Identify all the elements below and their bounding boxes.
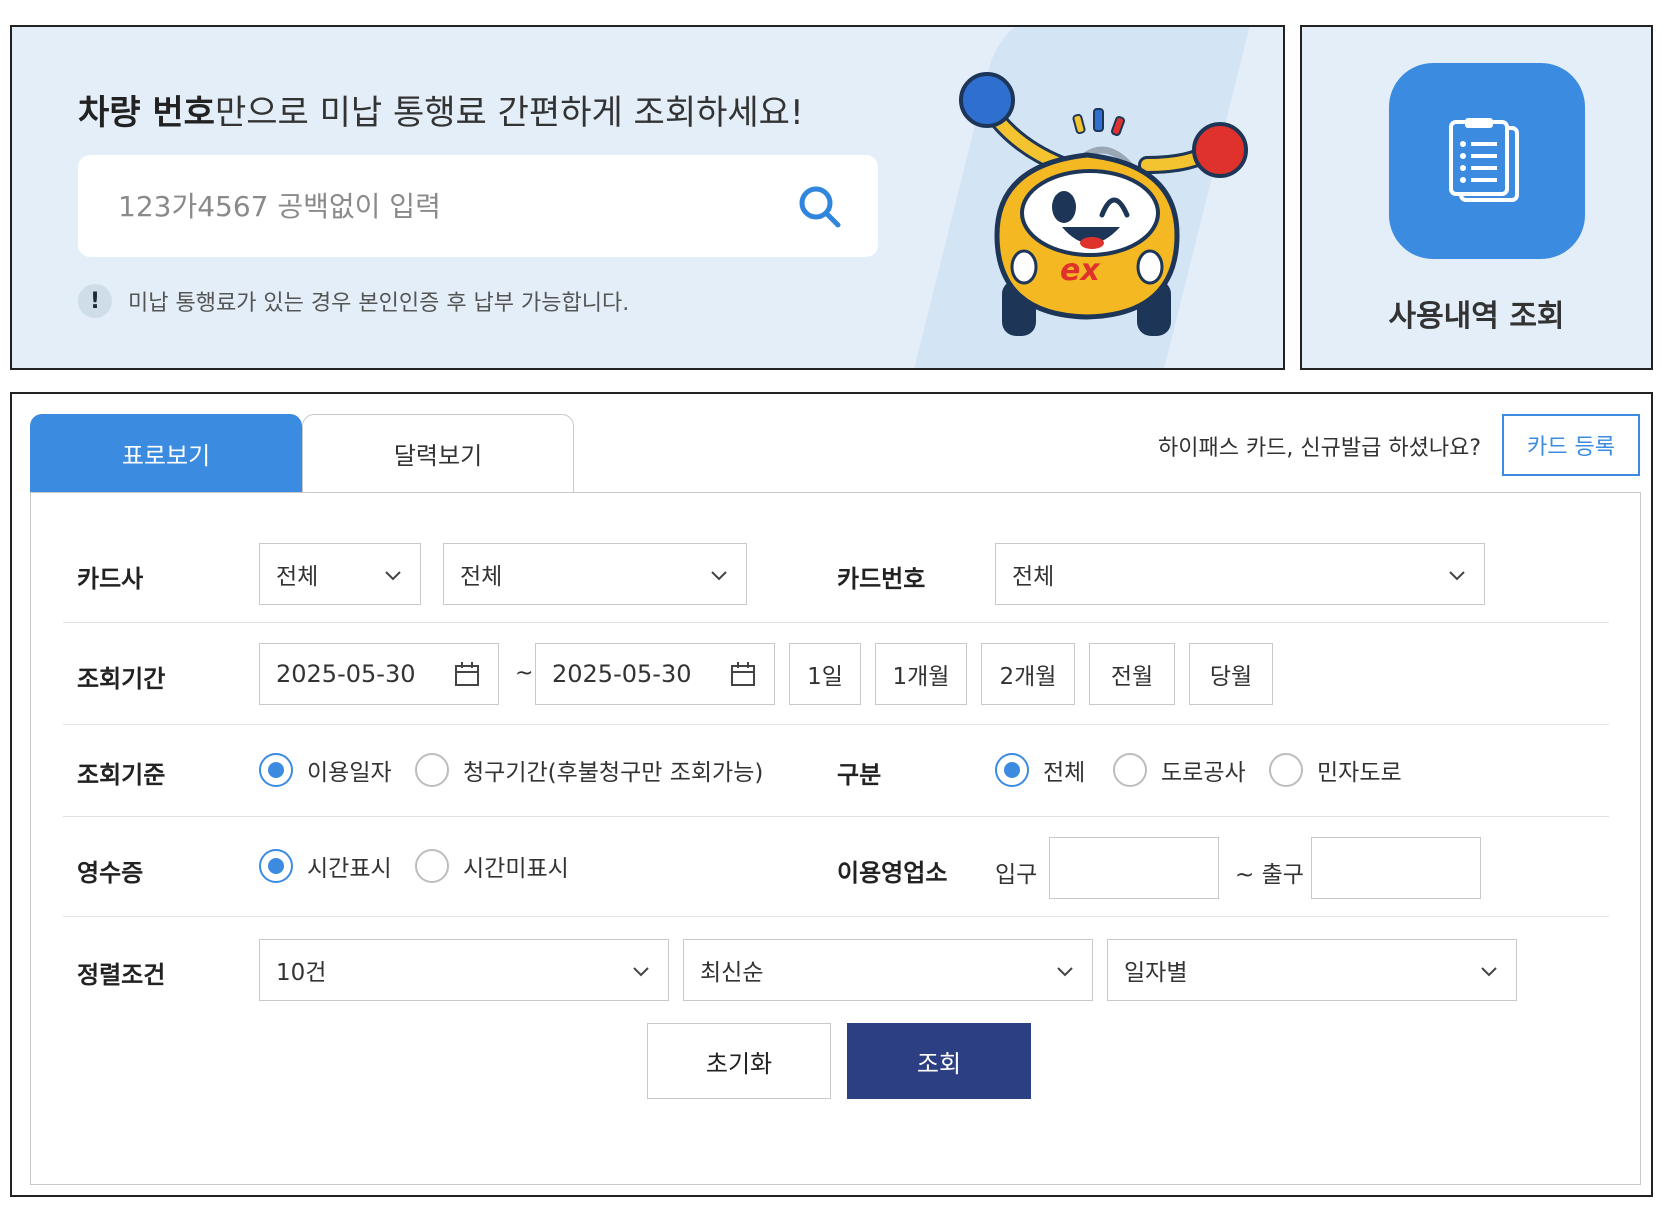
plate-search-box bbox=[78, 155, 878, 257]
usage-icon-box bbox=[1389, 63, 1585, 259]
category-option-expressway[interactable]: 도로공사 bbox=[1113, 753, 1246, 787]
criteria-label: 조회기준 bbox=[77, 761, 166, 789]
receipt-option-label: 시간미표시 bbox=[463, 856, 569, 882]
banner-title-rest: 만으로 미납 통행료 간편하게 조회하세요! bbox=[214, 93, 804, 133]
start-date-field[interactable]: 2025-05-30 bbox=[259, 643, 499, 705]
end-date-field[interactable]: 2025-05-30 bbox=[535, 643, 775, 705]
card-row: 카드사 전체 전체 카드번호 전체 bbox=[63, 493, 1609, 623]
criteria-option-label: 청구기간(후불청구만 조회가능) bbox=[463, 760, 764, 786]
chevron-down-icon bbox=[385, 571, 401, 581]
receipt-option-hide-time[interactable]: 시간미표시 bbox=[415, 849, 569, 883]
receipt-option-show-time[interactable]: 시간표시 bbox=[259, 849, 392, 883]
radio-button-checked[interactable] bbox=[995, 753, 1029, 787]
sort-count-select[interactable]: 10건 bbox=[259, 939, 669, 1001]
date-range-separator: ~ bbox=[515, 661, 534, 686]
mascot-illustration: ex bbox=[959, 72, 1248, 336]
category-option-private-road[interactable]: 민자도로 bbox=[1269, 753, 1402, 787]
chevron-down-icon bbox=[1057, 967, 1073, 977]
card-number-label: 카드번호 bbox=[837, 565, 926, 593]
radio-button[interactable] bbox=[415, 753, 449, 787]
unpaid-toll-banner: 차량 번호만으로 미납 통행료 간편하게 조회하세요! ! 미납 통행료가 있는… bbox=[10, 25, 1285, 370]
quick-this-month-button[interactable]: 당월 bbox=[1189, 643, 1273, 705]
category-label: 구분 bbox=[837, 761, 882, 789]
card-type-select-value: 전체 bbox=[460, 564, 503, 590]
exit-office-input[interactable] bbox=[1311, 837, 1481, 899]
sort-group-value: 일자별 bbox=[1124, 960, 1188, 986]
chevron-down-icon bbox=[633, 967, 649, 977]
category-option-label: 전체 bbox=[1043, 760, 1086, 786]
period-row: 조회기간 2025-05-30 ~ 2025-05-30 1일 1개월 2개월 … bbox=[63, 623, 1609, 725]
document-list-icon bbox=[1449, 118, 1519, 202]
chevron-down-icon bbox=[711, 571, 727, 581]
category-option-label: 도로공사 bbox=[1161, 760, 1246, 786]
reset-button[interactable]: 초기화 bbox=[647, 1023, 831, 1099]
card-type-select[interactable]: 전체 bbox=[443, 543, 747, 605]
tab-table-view[interactable]: 표로보기 bbox=[30, 414, 302, 492]
entry-label: 입구 bbox=[995, 862, 1038, 888]
sort-group-select[interactable]: 일자별 bbox=[1107, 939, 1517, 1001]
criteria-row: 조회기준 이용일자 청구기간(후불청구만 조회가능) 구분 전체 도로공사 민자… bbox=[63, 725, 1609, 817]
tab-calendar-view[interactable]: 달력보기 bbox=[302, 414, 574, 492]
sort-row: 정렬조건 10건 최신순 일자별 bbox=[63, 917, 1609, 1027]
chevron-down-icon bbox=[1481, 967, 1497, 977]
banner-title-bold: 차량 번호 bbox=[78, 93, 215, 133]
exclamation-icon: ! bbox=[78, 284, 112, 318]
criteria-option-usage-date[interactable]: 이용일자 bbox=[259, 753, 392, 787]
entry-office-input[interactable] bbox=[1049, 837, 1219, 899]
usage-history-tile[interactable]: 사용내역 조회 bbox=[1300, 25, 1653, 370]
plate-search-input[interactable] bbox=[118, 155, 778, 257]
card-register-button[interactable]: 카드 등록 bbox=[1502, 414, 1640, 476]
start-date-value: 2025-05-30 bbox=[276, 660, 416, 688]
notice-text: 미납 통행료가 있는 경우 본인인증 후 납부 가능합니다. bbox=[128, 291, 630, 316]
exit-label: ~ 출구 bbox=[1235, 862, 1304, 888]
search-form: 카드사 전체 전체 카드번호 전체 조회기간 2025-05-30 ~ 2025… bbox=[30, 492, 1641, 1185]
end-date-value: 2025-05-30 bbox=[552, 660, 692, 688]
category-option-all[interactable]: 전체 bbox=[995, 753, 1085, 787]
chevron-down-icon bbox=[1449, 571, 1465, 581]
banner-title: 차량 번호만으로 미납 통행료 간편하게 조회하세요! bbox=[78, 85, 804, 134]
receipt-row: 영수증 시간표시 시간미표시 이용영업소 입구 ~ 출구 bbox=[63, 817, 1609, 917]
period-label: 조회기간 bbox=[77, 665, 166, 693]
radio-button[interactable] bbox=[1113, 753, 1147, 787]
receipt-label: 영수증 bbox=[77, 859, 144, 887]
search-button[interactable]: 조회 bbox=[847, 1023, 1031, 1099]
calendar-icon[interactable] bbox=[454, 661, 480, 687]
sort-order-select[interactable]: 최신순 bbox=[683, 939, 1093, 1001]
radio-button[interactable] bbox=[415, 849, 449, 883]
card-number-select-value: 전체 bbox=[1012, 564, 1055, 590]
sort-count-value: 10건 bbox=[276, 960, 327, 986]
criteria-option-billing-period[interactable]: 청구기간(후불청구만 조회가능) bbox=[415, 753, 763, 787]
card-company-select-value: 전체 bbox=[276, 564, 319, 590]
mascot-logo: ex bbox=[1060, 253, 1101, 288]
category-option-label: 민자도로 bbox=[1317, 760, 1402, 786]
quick-1month-button[interactable]: 1개월 bbox=[875, 643, 967, 705]
criteria-option-label: 이용일자 bbox=[307, 760, 392, 786]
notice: ! 미납 통행료가 있는 경우 본인인증 후 납부 가능합니다. bbox=[78, 283, 629, 319]
office-label: 이용영업소 bbox=[837, 859, 948, 887]
quick-1day-button[interactable]: 1일 bbox=[789, 643, 861, 705]
radio-button-checked[interactable] bbox=[259, 849, 293, 883]
card-register-question: 하이패스 카드, 신규발급 하셨나요? bbox=[1157, 436, 1481, 461]
card-company-select[interactable]: 전체 bbox=[259, 543, 421, 605]
quick-2month-button[interactable]: 2개월 bbox=[981, 643, 1075, 705]
usage-history-label: 사용내역 조회 bbox=[1388, 299, 1565, 334]
card-number-select[interactable]: 전체 bbox=[995, 543, 1485, 605]
usage-search-panel: 표로보기 달력보기 하이패스 카드, 신규발급 하셨나요? 카드 등록 카드사 … bbox=[10, 392, 1653, 1197]
receipt-option-label: 시간표시 bbox=[307, 856, 392, 882]
sort-order-value: 최신순 bbox=[700, 960, 764, 986]
card-company-label: 카드사 bbox=[77, 565, 144, 593]
calendar-icon[interactable] bbox=[730, 661, 756, 687]
radio-button[interactable] bbox=[1269, 753, 1303, 787]
search-icon[interactable] bbox=[796, 183, 844, 231]
sort-label: 정렬조건 bbox=[77, 961, 166, 989]
quick-prev-month-button[interactable]: 전월 bbox=[1089, 643, 1175, 705]
radio-button-checked[interactable] bbox=[259, 753, 293, 787]
